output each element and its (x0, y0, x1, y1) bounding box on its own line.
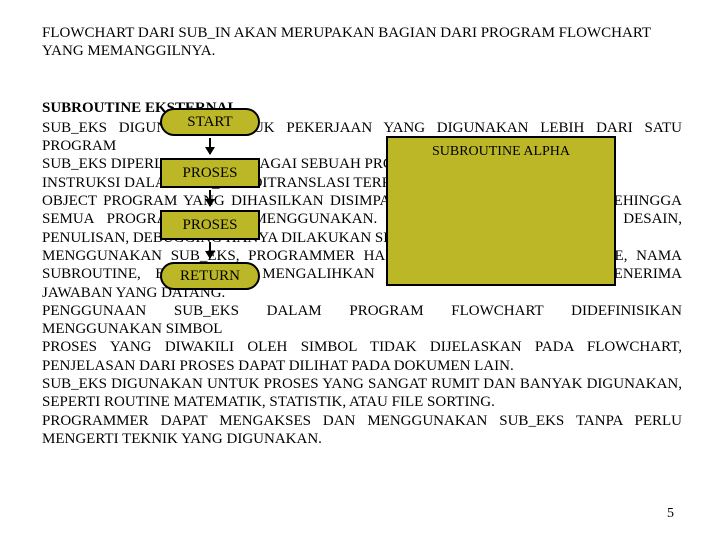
flowchart-start-terminal: START (160, 108, 260, 136)
flowchart-process-2: PROSES (160, 210, 260, 240)
paragraph: PROSES YANG DIWAKILI OLEH SIMBOL TIDAK D… (42, 338, 682, 375)
paragraph: PROGRAMMER DAPAT MENGAKSES DAN MENGGUNAK… (42, 412, 682, 449)
flowchart-arrow (209, 190, 211, 206)
flowchart-return-terminal: RETURN (160, 262, 260, 290)
paragraph: SUB_EKS DIGUNAKAN UNTUK PROSES YANG SANG… (42, 375, 682, 412)
flowchart-subroutine-label: SUBROUTINE ALPHA (432, 144, 570, 160)
flowchart-process-2-label: PROSES (182, 217, 237, 234)
page-number: 5 (667, 506, 674, 522)
flowchart-start-label: START (187, 114, 232, 131)
intro-text: FLOWCHART DARI SUB_IN AKAN MERUPAKAN BAG… (42, 24, 682, 61)
flowchart-process-1-label: PROSES (182, 165, 237, 182)
flowchart-subroutine-block: SUBROUTINE ALPHA (386, 136, 616, 286)
flowchart-process-1: PROSES (160, 158, 260, 188)
section-heading: SUBROUTINE EKSTERNAL (42, 99, 682, 117)
flowchart-arrow (209, 242, 211, 258)
flowchart-arrow (209, 138, 211, 154)
paragraph: PENGGUNAAN SUB_EKS DALAM PROGRAM FLOWCHA… (42, 302, 682, 339)
flowchart-return-label: RETURN (180, 268, 240, 285)
